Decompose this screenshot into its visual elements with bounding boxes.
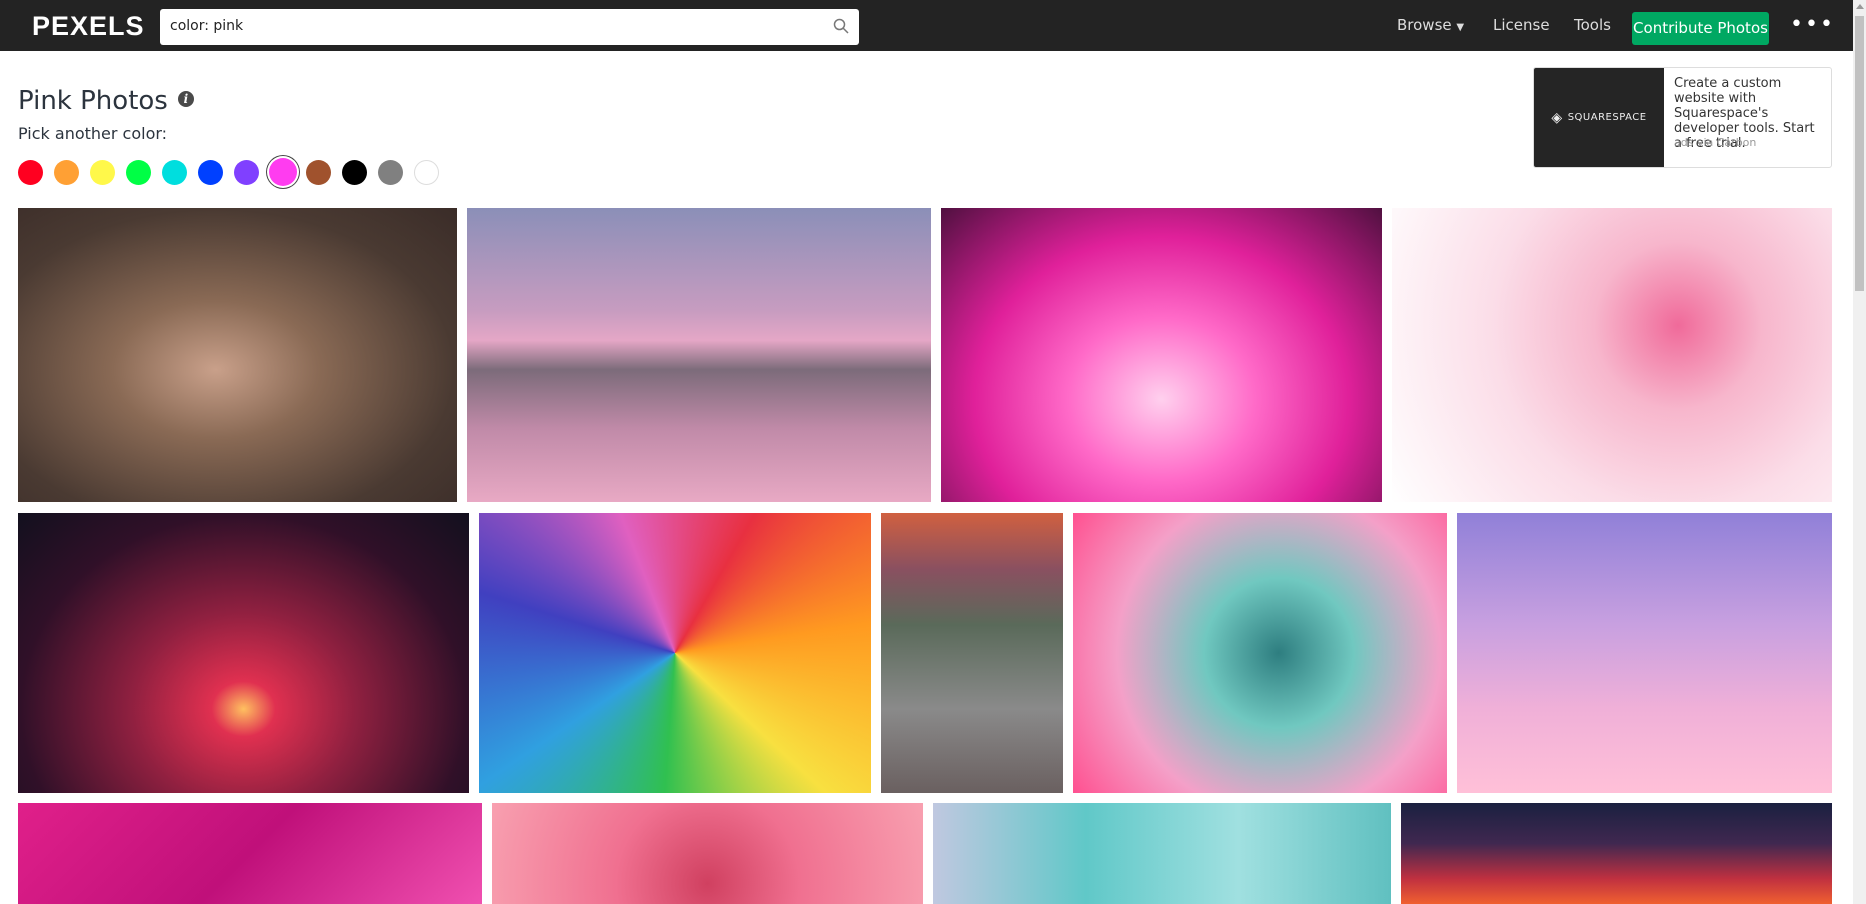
scrollbar[interactable] (1853, 0, 1866, 904)
color-swatch-red[interactable] (18, 160, 43, 185)
color-swatch-yellow[interactable] (90, 160, 115, 185)
ad-image[interactable]: ◈ SQUARESPACE (1534, 68, 1664, 167)
top-navbar: PEXELS Browse ▼ License Tools Contribute… (0, 0, 1853, 51)
photo[interactable] (479, 513, 871, 793)
photo[interactable] (1401, 803, 1832, 904)
ad-via-link[interactable]: ads via Carbon (1674, 136, 1756, 149)
scroll-up-icon[interactable] (1856, 4, 1864, 9)
photo[interactable] (933, 803, 1391, 904)
pexels-logo[interactable]: PEXELS (32, 11, 145, 42)
contribute-photos-button[interactable]: Contribute Photos (1632, 12, 1769, 45)
search-icon[interactable] (833, 18, 849, 34)
photo[interactable] (18, 208, 457, 502)
color-swatch-turquoise[interactable] (162, 160, 187, 185)
search-box[interactable] (160, 9, 859, 45)
color-swatch-pink[interactable] (268, 158, 297, 186)
photo[interactable] (492, 803, 923, 904)
info-icon[interactable]: i (177, 90, 194, 107)
color-swatch-orange[interactable] (54, 160, 79, 185)
tools-link[interactable]: Tools (1574, 0, 1611, 51)
photo[interactable] (467, 208, 931, 502)
color-swatch-white[interactable] (414, 160, 439, 185)
photo[interactable] (1073, 513, 1447, 793)
color-swatch-brown[interactable] (306, 160, 331, 185)
color-swatch-black[interactable] (342, 160, 367, 185)
photo[interactable] (18, 803, 482, 904)
photo[interactable] (1392, 208, 1832, 502)
photo[interactable] (881, 513, 1063, 793)
squarespace-logo-icon: ◈ (1551, 109, 1563, 126)
pick-color-label: Pick another color: (18, 124, 168, 143)
page-title-text: Pink Photos (18, 86, 168, 116)
photo[interactable] (941, 208, 1382, 502)
caret-down-icon: ▼ (1456, 22, 1465, 33)
color-swatch-gray[interactable] (378, 160, 403, 185)
browse-menu[interactable]: Browse ▼ (1397, 0, 1464, 51)
photo[interactable] (1457, 513, 1832, 793)
license-link[interactable]: License (1493, 0, 1550, 51)
photo[interactable] (18, 513, 469, 793)
browse-label: Browse (1397, 16, 1452, 34)
ad-brand: SQUARESPACE (1567, 112, 1647, 123)
color-swatch-green[interactable] (126, 160, 151, 185)
color-swatch-blue[interactable] (198, 160, 223, 185)
carbon-ad[interactable]: ◈ SQUARESPACE Create a custom website wit… (1533, 67, 1832, 168)
scrollbar-thumb[interactable] (1855, 16, 1864, 291)
page-title: Pink Photos i (18, 86, 194, 116)
color-swatch-violet[interactable] (234, 160, 259, 185)
more-icon[interactable]: ••• (1790, 12, 1835, 37)
search-input[interactable] (170, 18, 810, 34)
